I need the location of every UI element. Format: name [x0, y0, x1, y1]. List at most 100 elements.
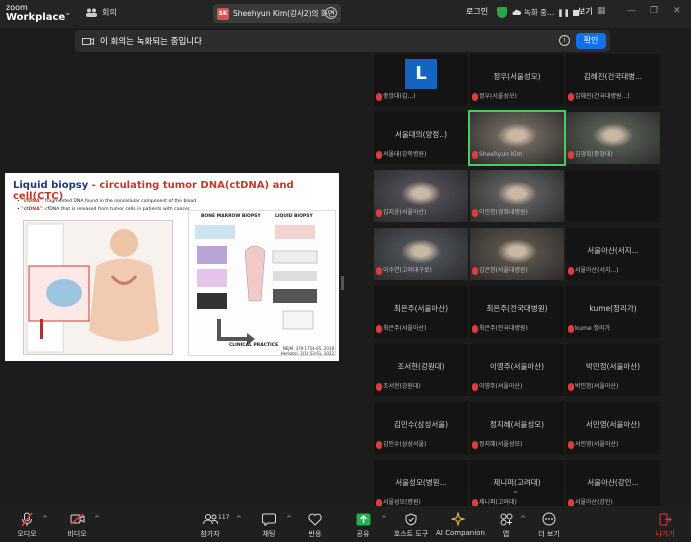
more-button[interactable]: 더 보기 [537, 511, 561, 539]
cloud-icon [512, 9, 521, 15]
participant-tile[interactable]: 서울성모(병원... 서울성모(병원) [374, 460, 468, 512]
mic-muted-icon [568, 267, 574, 275]
participants-options-caret[interactable]: ^ [236, 515, 242, 523]
chevron-down-icon[interactable]: ⌄ [64, 8, 72, 18]
more-icon [542, 512, 556, 526]
audio-options-caret[interactable]: ^ [42, 515, 48, 523]
participant-tile[interactable]: 김경희(중앙대) [566, 112, 660, 164]
video-options-caret[interactable]: ^ [94, 515, 100, 523]
participant-tile[interactable]: L 중앙대(김...) [374, 54, 468, 106]
mic-muted-icon [568, 151, 574, 159]
host-tools-button[interactable]: 호스트 도구 [391, 511, 431, 539]
confirm-button[interactable]: 확인 [576, 33, 606, 49]
participant-display-name: 조서현(강원대) [397, 362, 445, 371]
participant-tile[interactable]: 정지혜(서울성모) 정지혜(서울성모) [470, 402, 564, 454]
notification-text: 이 회의는 녹화되는 중입니다 [100, 37, 202, 47]
participant-tile[interactable]: 이민정(경희대병원) [470, 170, 564, 222]
gallery-scroll-down-icon[interactable]: ⌄ [512, 486, 520, 496]
mic-muted-icon [568, 93, 574, 101]
participant-tile[interactable]: 김민수(삼성서울) 김민수(삼성서울) [374, 402, 468, 454]
participant-name-label: 서울아산(강인) [575, 499, 613, 506]
video-button[interactable]: 비디오 [64, 511, 90, 539]
participant-display-name: 서울성모(병원... [395, 478, 447, 487]
participant-tile[interactable]: 이영주(서울아산) 이영주(서울아산) [470, 344, 564, 396]
ai-companion-button[interactable]: AI Companion [436, 511, 485, 537]
mic-muted-icon [376, 93, 382, 101]
participant-tile[interactable]: 서울아산(서지... 서울아산(서지...) [566, 228, 660, 280]
participant-tile[interactable]: 박민정(서울아산) 박민정(서울아산) [566, 344, 660, 396]
maximize-icon[interactable]: ❐ [650, 6, 658, 16]
panel-resize-handle[interactable] [341, 276, 344, 290]
chat-button[interactable]: 채팅 [256, 511, 282, 539]
mic-muted-icon [472, 325, 478, 333]
participant-display-name: 서울대의(양정..) [394, 130, 448, 139]
participant-tile[interactable]: 최은주(서울아산) 최은주(서울아산) [374, 286, 468, 338]
recording-notification: 이 회의는 녹화되는 중입니다 i 확인 [75, 30, 610, 52]
participant-display-name: 최은주(서울아산) [393, 304, 449, 313]
minimize-icon[interactable]: — [627, 6, 636, 16]
participant-tile[interactable]: 서민영(서울아산) 서민영(서울아산) [566, 402, 660, 454]
view-button[interactable]: 보기 [578, 6, 593, 17]
react-button[interactable]: 반응 [302, 511, 328, 539]
zoom-logo[interactable]: zoom Workplace [6, 3, 65, 23]
audio-button[interactable]: 오디오 [14, 511, 40, 539]
share-options-caret[interactable]: ^ [381, 515, 387, 523]
meeting-menu-button[interactable]: 회의 [86, 7, 117, 18]
slide-citation: NEJM. 379:1754-65, 2018 Hematol. 3(1):53… [280, 346, 334, 356]
participant-display-name: 최은주(전국대병원) [486, 304, 548, 313]
participant-name-label: 제니퍼(고려대) [479, 499, 517, 506]
participant-tile[interactable]: 김은정(서울대병원) [470, 228, 564, 280]
participant-tile[interactable]: 김지윤(서울아산) [374, 170, 468, 222]
apps-options-caret[interactable]: ^ [520, 515, 526, 523]
mic-muted-icon [376, 441, 382, 449]
participant-tile[interactable]: 정우(서울성모) 정우(서울성모) [470, 54, 564, 106]
participant-name-label: 서울대(강북병원) [383, 151, 427, 158]
participant-name-label: 서민영(서울아산) [575, 441, 619, 448]
recording-camera-icon [82, 37, 94, 45]
share-title: Sheehyun Kim(강사2)의 화면 [233, 9, 335, 18]
security-shield-icon[interactable] [497, 7, 507, 18]
participant-tile[interactable]: 서울아산(강인... 서울아산(강인) [566, 460, 660, 512]
more-options-icon[interactable]: ⋯ [325, 7, 337, 19]
participant-tile[interactable]: Sheehyun Kim [468, 110, 566, 166]
info-icon[interactable]: i [559, 35, 570, 46]
close-icon[interactable]: ✕ [673, 6, 681, 16]
meeting-toolbar: 오디오 ^ 비디오 ^ 참가자 117 ^ 채팅 ^ 반응 공유 ^ 호스트 도… [0, 506, 691, 542]
login-button[interactable]: 로그인 [466, 6, 488, 17]
participant-name-label: 최은주(전국대병원) [479, 325, 528, 332]
participant-name-label: 최은주(서울아산) [383, 325, 427, 332]
screen-share-indicator[interactable]: SK Sheehyun Kim(강사2)의 화면 ⋯ [213, 4, 341, 23]
mic-muted-icon [376, 325, 382, 333]
recording-status[interactable]: 녹화 중... ❚❚ [512, 7, 579, 18]
heart-icon [308, 513, 322, 526]
participant-tile[interactable]: 이수연(고려대구로) [374, 228, 468, 280]
participant-tile[interactable]: 조서현(강원대) 조서현(강원대) [374, 344, 468, 396]
slide-bullet: • "ctDNA": cfDNA that is released from t… [17, 207, 190, 212]
participant-tile[interactable]: 최은주(전국대병원) 최은주(전국대병원) [470, 286, 564, 338]
leave-icon [659, 513, 672, 525]
meeting-icon [86, 8, 97, 17]
zoom-meeting-window: zoom Workplace ⌄ 회의 SK Sheehyun Kim(강사2)… [0, 0, 691, 542]
participant-tile[interactable] [566, 170, 660, 222]
participant-avatar: L [405, 59, 437, 89]
mic-muted-icon [472, 93, 478, 101]
mic-muted-icon [568, 325, 574, 333]
view-grid-icon[interactable]: ▦ [597, 6, 606, 16]
participant-name-label: 김혜진(건국대병원...) [575, 93, 630, 100]
pause-icon[interactable]: ❚❚ [557, 8, 570, 17]
participant-tile[interactable]: 김혜진(건국대병... 김혜진(건국대병원...) [566, 54, 660, 106]
participant-name-label: 중앙대(김...) [383, 93, 416, 100]
participant-display-name: 정우(서울성모) [493, 72, 541, 81]
mic-muted-icon [568, 441, 574, 449]
participant-name-label: 서울성모(병원) [383, 499, 421, 506]
participant-tile[interactable]: kume(정리가) kume 정리가 [566, 286, 660, 338]
sharer-avatar: SK [217, 7, 229, 20]
mic-muted-icon [472, 383, 478, 391]
apps-button[interactable]: 앱 [494, 511, 518, 539]
leave-button[interactable]: 나가기 [652, 511, 678, 539]
mic-muted-icon [21, 512, 33, 526]
mic-muted-icon [376, 151, 382, 159]
participant-tile[interactable]: 서울대의(양정..) 서울대(강북병원) [374, 112, 468, 164]
chat-options-caret[interactable]: ^ [286, 515, 292, 523]
share-button[interactable]: 공유 [350, 511, 376, 539]
